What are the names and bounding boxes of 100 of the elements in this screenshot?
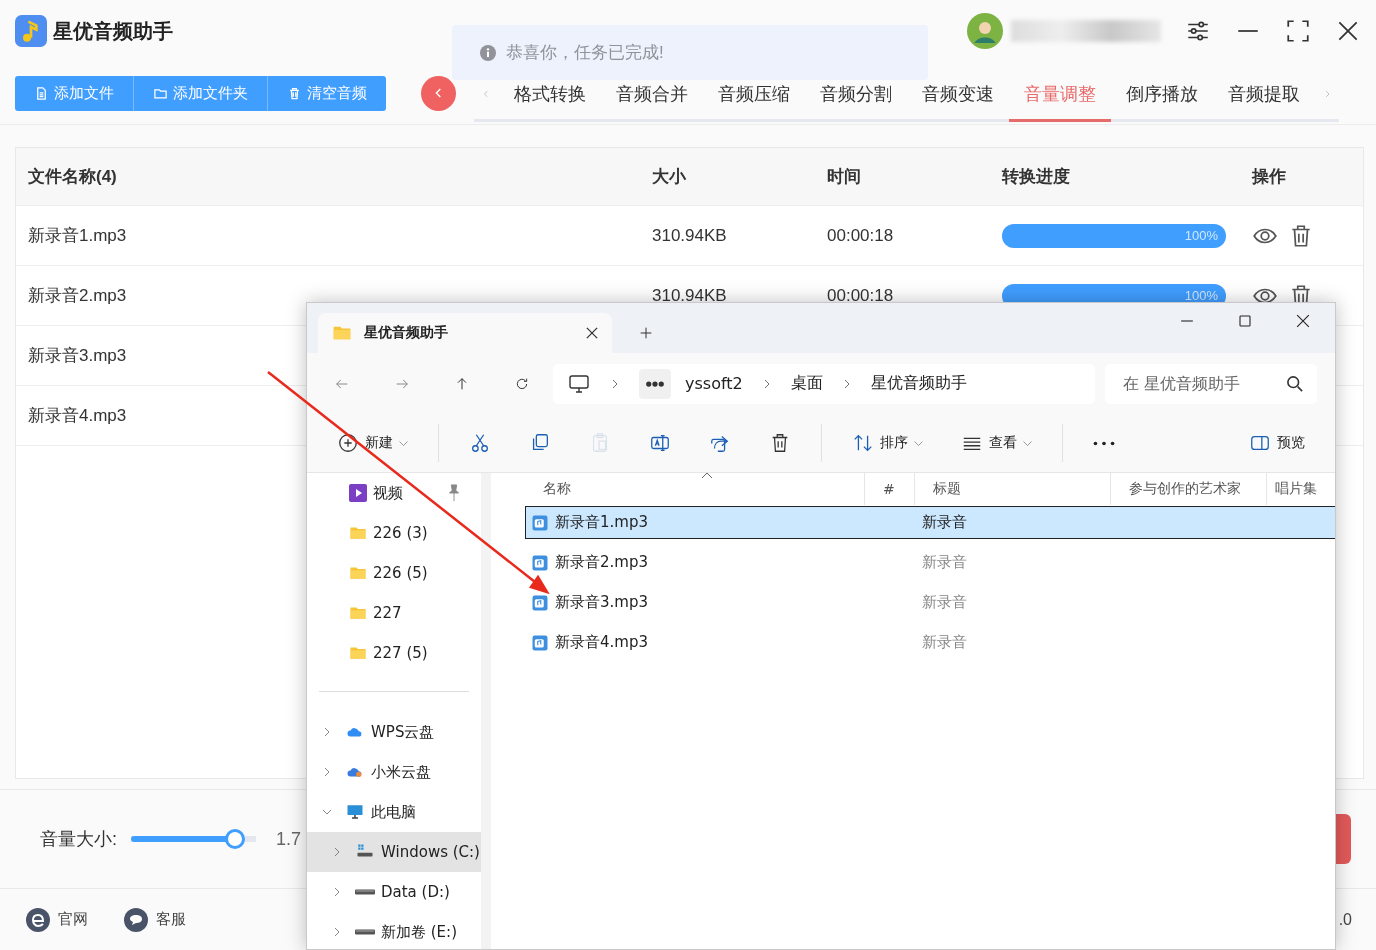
file-title: 新录音 [921,553,968,572]
address-bar[interactable]: yssoft2 桌面 星优音频助手 [553,363,1095,404]
file-name: 新录音2.mp3 [27,285,128,307]
chat-icon [124,907,148,932]
back-button[interactable] [421,75,456,111]
tab[interactable]: 音频变速 [906,69,1009,122]
file-duration: 00:00:18 [827,225,895,246]
nav-item[interactable]: 视频 [307,473,481,513]
drive-icon [355,889,375,895]
tab[interactable]: 音频提取 [1212,69,1315,122]
nav-item[interactable]: 227 (5) [307,633,481,673]
file-duration: 00:00:18 [827,285,895,306]
browser-icon [26,907,50,932]
progress-percent: 100% [1184,288,1219,303]
folder-icon [349,524,367,542]
more-icon [1093,440,1115,446]
search-field[interactable]: 在 星优音频助手 [1105,363,1317,404]
tab[interactable]: 音频分割 [804,69,907,122]
footer-link[interactable]: 客服 [124,907,186,932]
nav-item[interactable]: 227 [307,593,481,633]
new-tab-icon[interactable] [638,325,654,341]
chevron-down-icon [399,438,408,448]
column-header[interactable]: # [865,473,915,505]
file-size: 310.94KB [652,225,728,246]
sort-button[interactable]: 排序 [844,423,931,463]
chevron-down-icon [1023,438,1032,448]
footer-link[interactable]: 官网 [26,907,88,932]
file-name: 新录音4.mp3 [27,405,128,427]
folder-icon [349,564,367,582]
tab[interactable]: 音频压缩 [702,69,805,122]
audio-file-icon [531,513,549,532]
search-icon [1287,375,1303,392]
tree-item[interactable]: 小米云盘 [307,752,481,792]
tree-item[interactable]: Data (D:) [307,872,481,912]
file-title: 新录音 [921,513,968,532]
scissors-icon [469,432,491,454]
tab[interactable]: 音频合并 [600,69,703,122]
breadcrumb-link[interactable]: yssoft2 [685,374,743,393]
app-logo [15,15,47,47]
avatar-icon [967,13,1003,49]
slider-thumb[interactable] [224,829,245,849]
column-header[interactable]: 唱片集 [1267,473,1335,505]
tab[interactable]: 格式转换 [498,69,601,122]
file-row[interactable]: 新录音2.mp3 新录音 [525,546,1335,579]
volume-label: 音量大小: [40,828,117,851]
document-icon [34,85,49,101]
column-header: 大小 [652,166,687,188]
column-header[interactable]: 参与创作的艺术家 [1111,473,1267,505]
tree-item[interactable]: 新加卷 (E:) [307,912,481,949]
tree-item[interactable]: 此电脑 [307,792,481,832]
maximize-icon[interactable] [1285,18,1311,44]
close-tab-icon[interactable] [586,327,598,339]
breadcrumb-link[interactable]: 桌面 [790,373,823,394]
volume-value: 1.7 [276,828,302,850]
preview-button[interactable]: 预览 [1241,423,1313,463]
nav-item[interactable]: 226 (5) [307,553,481,593]
trash-icon [287,85,302,101]
file-name: 新录音2.mp3 [555,553,648,572]
column-header[interactable]: 标题 [915,473,1111,505]
file-row[interactable]: 新录音1.mp3 新录音 [525,506,1335,539]
file-row[interactable]: 新录音4.mp3 新录音 [525,626,1335,659]
file-title: 新录音 [921,633,968,652]
view-button[interactable]: 查看 [953,423,1040,463]
column-header[interactable]: 名称 [525,473,865,505]
drive-icon [355,929,375,935]
tree-item[interactable]: Windows (C:) [307,832,481,872]
video-icon [349,484,367,502]
column-header: 文件名称(4) [27,166,118,188]
file-name: 新录音4.mp3 [555,633,648,652]
breadcrumb-link[interactable]: 星优音频助手 [870,373,967,394]
audio-file-icon [531,633,549,652]
start-button[interactable] [1336,814,1351,864]
sort-caret-icon [701,473,713,479]
column-header: 转换进度 [1002,166,1071,188]
version-text: .0 [1338,910,1352,929]
sort-arrows-icon [852,432,874,454]
audio-file-icon [531,553,549,572]
file-name: 新录音1.mp3 [27,225,128,247]
toast-message: 恭喜你，任务已完成! [506,42,664,64]
info-icon [480,44,496,61]
tree-item[interactable]: WPS云盘 [307,712,481,752]
explorer-tab[interactable]: 星优音频助手 [318,313,612,353]
file-name: 新录音3.mp3 [555,593,648,612]
file-name: 新录音3.mp3 [27,345,128,367]
chevron-down-icon [914,438,923,448]
audio-file-icon [531,593,549,612]
new-button[interactable]: 新建 [329,423,416,463]
file-row[interactable]: 新录音3.mp3 新录音 [525,586,1335,619]
plus-circle-icon [337,432,359,454]
folder-icon [349,644,367,662]
progress-percent: 100% [1184,228,1219,243]
rename-icon [649,432,671,454]
file-size: 310.94KB [652,285,728,306]
more-icon[interactable] [639,368,671,399]
folder-icon [349,604,367,622]
tab[interactable]: 倒序播放 [1110,69,1213,122]
file-title: 新录音 [921,593,968,612]
monitor-icon [345,803,365,821]
column-header: 时间 [827,166,862,188]
file-name: 新录音1.mp3 [555,513,648,532]
